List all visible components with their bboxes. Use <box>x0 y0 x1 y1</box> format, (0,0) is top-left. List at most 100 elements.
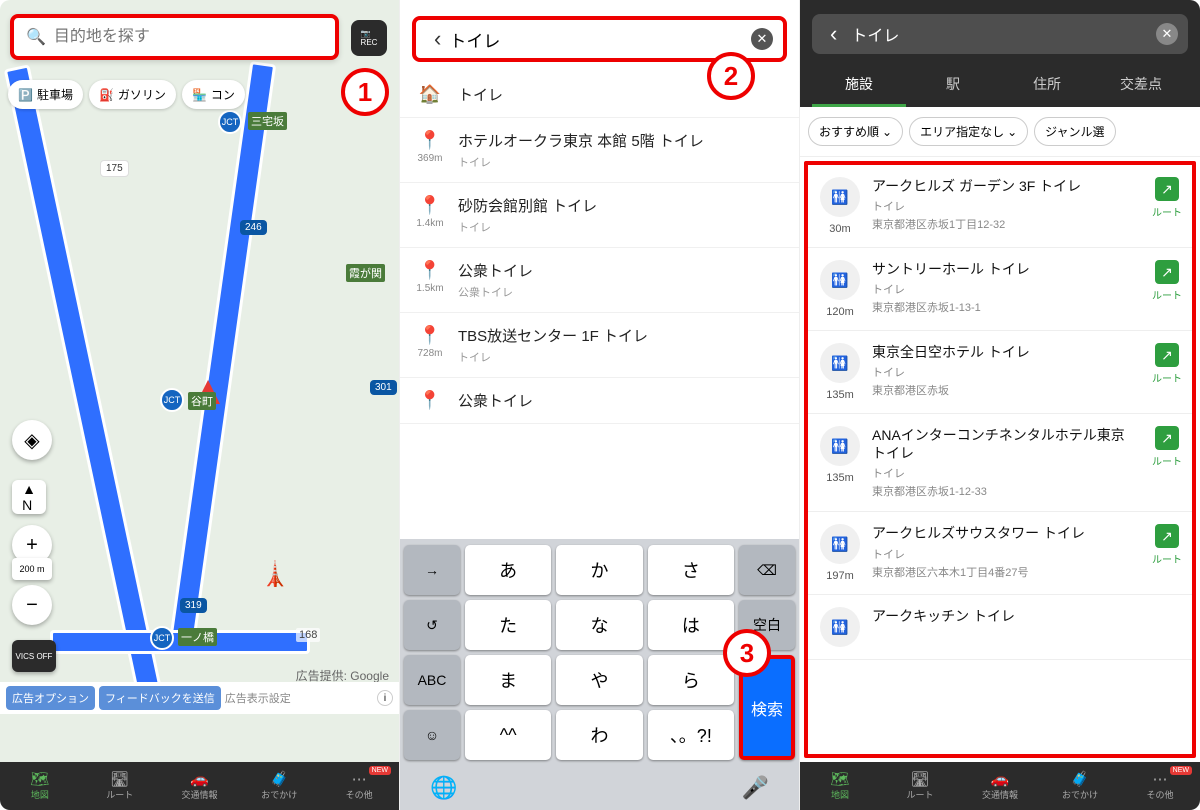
map-canvas[interactable]: 🗼 JCT 三宅坂 霞が関 JCT 谷町 JCT 一ノ橋 175 246 301… <box>0 0 399 762</box>
nav-item-その他[interactable]: ⋯その他NEW <box>1120 762 1200 810</box>
result-item[interactable]: 135m東京全日空ホテル トイレトイレ東京都港区赤坂↗ルート <box>808 331 1192 414</box>
result-category: トイレ <box>872 546 1142 562</box>
tab-駅[interactable]: 駅 <box>906 64 1000 107</box>
suggestion-distance: 728m <box>417 348 442 359</box>
clear-icon[interactable]: ✕ <box>1156 23 1178 45</box>
search-bar[interactable]: ‹ トイレ ✕ <box>812 14 1188 54</box>
route-icon: ↗ <box>1155 343 1179 367</box>
ad-info-icon[interactable]: i <box>377 690 393 706</box>
vics-toggle[interactable]: VICS OFF <box>12 640 56 672</box>
camera-rec-icon[interactable]: 📷REC <box>351 20 387 56</box>
suggestion-item[interactable]: 📍1.5km公衆トイレ公衆トイレ <box>400 248 799 313</box>
chip-convenience[interactable]: 🏪コン <box>182 80 245 109</box>
suggestion-title: 砂防会館別館 トイレ <box>458 195 783 216</box>
nav-label: 地図 <box>831 788 849 801</box>
route-button[interactable]: ↗ルート <box>1152 260 1182 318</box>
filter-エリア指定なし[interactable]: エリア指定なし⌄ <box>909 117 1028 146</box>
panel-suggestions: ‹ ✕ 2 🏠トイレ📍369mホテルオークラ東京 本館 5階 トイレトイレ📍1.… <box>400 0 800 810</box>
nav-item-おでかけ[interactable]: 🧳おでかけ <box>1040 762 1120 810</box>
filter-ジャンル選[interactable]: ジャンル選 <box>1034 117 1115 146</box>
suggestion-item[interactable]: 📍728mTBS放送センター 1F トイレトイレ <box>400 313 799 378</box>
filter-おすすめ順[interactable]: おすすめ順⌄ <box>808 117 903 146</box>
zoom-out-button[interactable]: − <box>12 585 52 625</box>
road-shield: 246 <box>240 220 267 235</box>
toilet-icon <box>820 177 860 217</box>
result-address: 東京都港区六本木1丁目4番27号 <box>872 564 1142 580</box>
key-ま[interactable]: ま <box>465 655 551 705</box>
key-^^[interactable]: ^^ <box>465 710 551 760</box>
key-☺[interactable]: ☺ <box>404 710 460 760</box>
suggestion-icon: 📍728m <box>416 325 444 365</box>
tab-施設[interactable]: 施設 <box>812 64 906 107</box>
result-distance: 30m <box>829 223 850 235</box>
result-item[interactable]: 197mアークヒルズサウスタワー トイレトイレ東京都港区六本木1丁目4番27号↗… <box>808 512 1192 595</box>
result-item[interactable]: 135mANAインターコンチネンタルホテル東京 トイレトイレ東京都港区赤坂1-1… <box>808 414 1192 512</box>
key-ら[interactable]: ら <box>648 655 734 705</box>
route-button[interactable]: ↗ルート <box>1152 426 1182 499</box>
search-input[interactable] <box>54 28 323 46</box>
key-さ[interactable]: さ <box>648 545 734 595</box>
tab-交差点[interactable]: 交差点 <box>1094 64 1188 107</box>
key-な[interactable]: な <box>556 600 642 650</box>
key-あ[interactable]: あ <box>465 545 551 595</box>
nav-item-おでかけ[interactable]: 🧳おでかけ <box>239 762 319 810</box>
route-button[interactable]: ↗ルート <box>1152 343 1182 401</box>
ad-feedback-button[interactable]: フィードバックを送信 <box>99 686 221 710</box>
suggestion-item[interactable]: 📍公衆トイレ <box>400 378 799 424</box>
key-ABC[interactable]: ABC <box>404 655 460 705</box>
key-た[interactable]: た <box>465 600 551 650</box>
ad-options-button[interactable]: 広告オプション <box>6 686 95 710</box>
map-label-ichinohashi: 一ノ橋 <box>178 628 217 646</box>
search-bar[interactable]: 🔍 <box>10 14 339 60</box>
back-icon[interactable]: ‹ <box>426 26 449 52</box>
compass-button[interactable]: ▲N <box>12 480 46 514</box>
suggestion-item[interactable]: 📍369mホテルオークラ東京 本館 5階 トイレトイレ <box>400 118 799 183</box>
result-item[interactable]: アークキッチン トイレ <box>808 595 1192 660</box>
panel-map: 🗼 JCT 三宅坂 霞が関 JCT 谷町 JCT 一ノ橋 175 246 301… <box>0 0 400 810</box>
route-button[interactable]: ↗ルート <box>1152 177 1182 235</box>
nav-item-ルート[interactable]: 🛣ルート <box>80 762 160 810</box>
key-わ[interactable]: わ <box>556 710 642 760</box>
nav-item-交通情報[interactable]: 🚗交通情報 <box>160 762 240 810</box>
suggestion-icon: 📍1.4km <box>416 195 444 235</box>
key-→[interactable]: → <box>404 545 460 595</box>
key-や[interactable]: や <box>556 655 642 705</box>
result-title: アークヒルズ ガーデン 3F トイレ <box>872 177 1142 195</box>
search-value: トイレ <box>845 22 1156 46</box>
search-input[interactable] <box>449 29 751 49</box>
back-icon[interactable]: ‹ <box>822 21 845 47</box>
nav-label: その他 <box>1146 788 1173 801</box>
tokyo-tower-icon: 🗼 <box>260 560 290 589</box>
key-、。?![interactable]: 、。?! <box>648 710 734 760</box>
route-button[interactable]: ↗ルート <box>1152 524 1182 582</box>
chip-parking[interactable]: 🅿️駐車場 <box>8 80 83 109</box>
globe-icon[interactable]: 🌐 <box>430 775 457 801</box>
search-icon: 🔍 <box>26 27 46 47</box>
nav-item-その他[interactable]: ⋯その他NEW <box>319 762 399 810</box>
suggestion-distance: 369m <box>417 153 442 164</box>
key-↺[interactable]: ↺ <box>404 600 460 650</box>
key-は[interactable]: は <box>648 600 734 650</box>
suggestion-category: トイレ <box>458 154 783 170</box>
jct-marker: JCT <box>218 110 242 134</box>
search-bar[interactable]: ‹ ✕ 2 <box>412 16 787 62</box>
filter-row: おすすめ順⌄エリア指定なし⌄ジャンル選 <box>800 107 1200 157</box>
mic-icon[interactable]: 🎤 <box>742 775 769 801</box>
nav-item-ルート[interactable]: 🛣ルート <box>880 762 960 810</box>
tab-住所[interactable]: 住所 <box>1000 64 1094 107</box>
chip-gas[interactable]: ⛽ガソリン <box>89 80 176 109</box>
ad-settings-link[interactable]: 広告表示設定 <box>225 690 291 706</box>
store-icon: 🏪 <box>192 88 207 102</box>
search-key[interactable]: 検索3 <box>739 655 795 760</box>
result-item[interactable]: 120mサントリーホール トイレトイレ東京都港区赤坂1-13-1↗ルート <box>808 248 1192 331</box>
suggestion-item[interactable]: 📍1.4km砂防会館別館 トイレトイレ <box>400 183 799 248</box>
nav-item-地図[interactable]: 🗺地図 <box>800 762 880 810</box>
nav-item-地図[interactable]: 🗺地図 <box>0 762 80 810</box>
key-か[interactable]: か <box>556 545 642 595</box>
result-distance: 135m <box>826 472 854 484</box>
backspace-key[interactable]: ⌫ <box>739 545 795 595</box>
nav-item-交通情報[interactable]: 🚗交通情報 <box>960 762 1040 810</box>
layers-button[interactable]: ◈ <box>12 420 52 460</box>
clear-icon[interactable]: ✕ <box>751 28 773 50</box>
result-item[interactable]: 30mアークヒルズ ガーデン 3F トイレトイレ東京都港区赤坂1丁目12-32↗… <box>808 165 1192 248</box>
